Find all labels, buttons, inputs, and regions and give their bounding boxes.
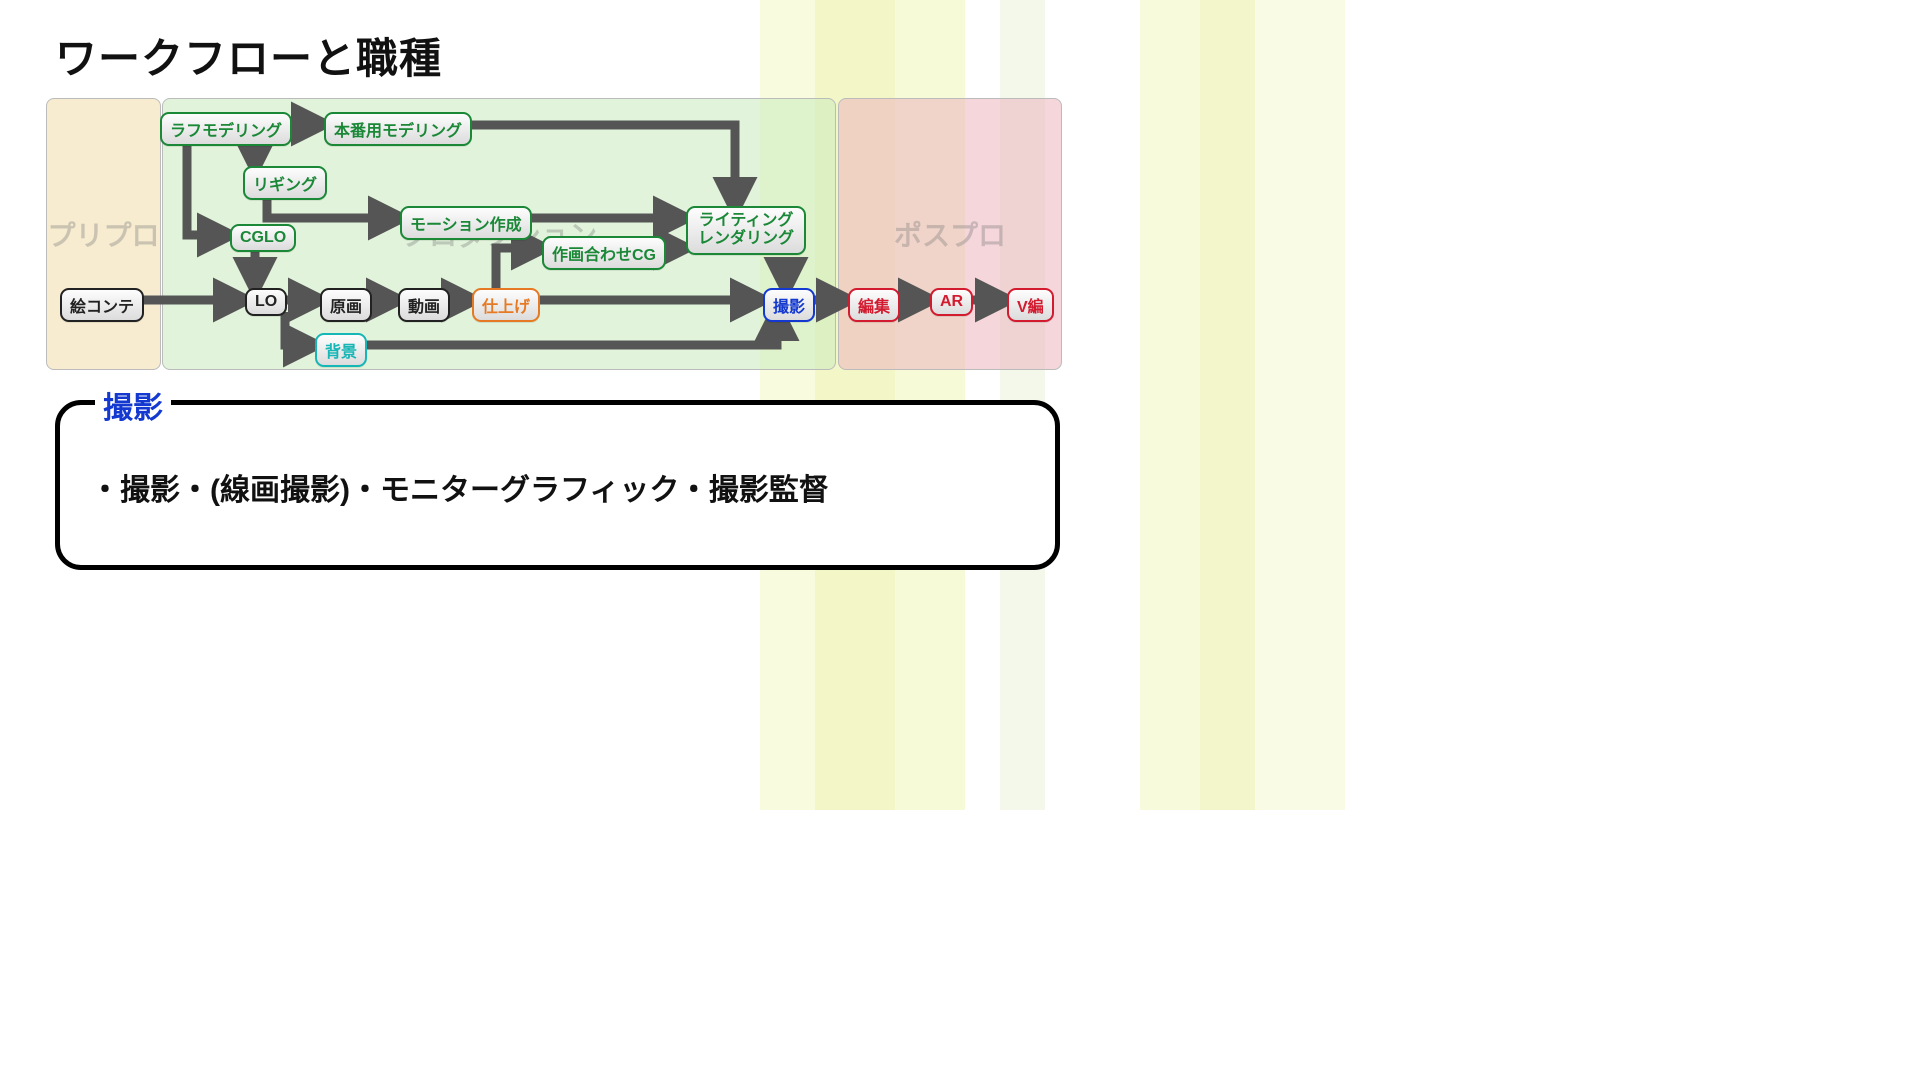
node-cglo: CGLO bbox=[230, 224, 296, 252]
node-rough: ラフモデリング bbox=[160, 112, 292, 146]
node-satsuei: 撮影 bbox=[763, 288, 815, 322]
callout-box: 撮影 ・撮影・(線画撮影)・モニターグラフィック・撮影監督 bbox=[55, 400, 1060, 570]
node-haikei: 背景 bbox=[315, 333, 367, 367]
node-ar: AR bbox=[930, 288, 973, 316]
phase-label-pre: プリプロ bbox=[47, 214, 159, 254]
node-rigging: リギング bbox=[243, 166, 327, 200]
callout-body: ・撮影・(線画撮影)・モニターグラフィック・撮影監督 bbox=[90, 465, 1025, 509]
phase-preproduction: プリプロ bbox=[46, 98, 161, 370]
node-sakuga: 作画合わせCG bbox=[542, 236, 666, 270]
node-douga: 動画 bbox=[398, 288, 450, 322]
node-lightrend: ライティング レンダリング bbox=[686, 206, 806, 255]
callout-title: 撮影 bbox=[95, 383, 171, 427]
node-vhen: V編 bbox=[1007, 288, 1054, 322]
phase-postproduction: ポスプロ bbox=[838, 98, 1062, 370]
node-shiage: 仕上げ bbox=[472, 288, 540, 322]
node-henshu: 編集 bbox=[848, 288, 900, 322]
node-lo: LO bbox=[245, 288, 287, 316]
node-genga: 原画 bbox=[320, 288, 372, 322]
phase-label-post: ポスプロ bbox=[894, 214, 1006, 254]
page-title: ワークフローと職種 bbox=[55, 25, 442, 86]
node-honban: 本番用モデリング bbox=[324, 112, 472, 146]
node-econte: 絵コンテ bbox=[60, 288, 144, 322]
node-motion: モーション作成 bbox=[400, 206, 532, 240]
